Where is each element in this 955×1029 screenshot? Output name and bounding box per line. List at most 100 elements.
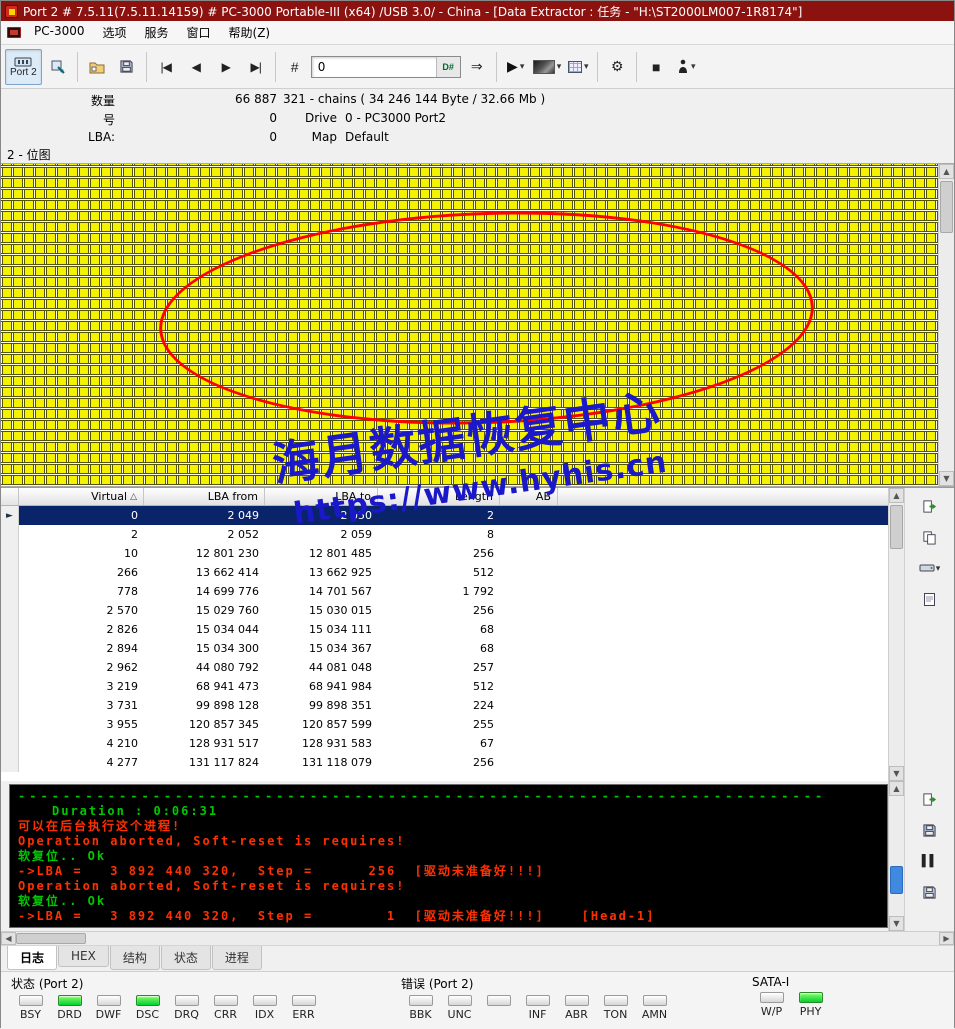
pause-icon: ▌▌ [921,855,938,867]
col-ab[interactable]: AB [500,488,558,505]
map-view-button[interactable]: ▾ [532,49,563,85]
scrollbar-track[interactable] [939,179,954,471]
user-mode-button[interactable]: ▾ [672,49,700,85]
col-length[interactable]: Length [378,488,500,505]
next-chain-button[interactable]: ▶ [212,49,240,85]
tab[interactable]: 状态 [160,946,211,970]
log-scrollbar[interactable]: ▲ ▼ [888,781,904,931]
table-row[interactable]: 10 12 801 230 12 801 485 256 [1,544,888,563]
toolbar-separator [597,51,599,82]
menu-item[interactable]: 窗口 [178,21,220,44]
table-row[interactable]: ► 0 2 049 2 050 2 [1,506,888,525]
tab[interactable]: 进程 [211,946,262,970]
counter-mode-button[interactable]: D# [435,56,460,77]
col-virtual[interactable]: Virtual △ [19,488,144,505]
table-row[interactable]: 778 14 699 776 14 701 567 1 792 [1,582,888,601]
edit-task-button[interactable] [44,49,72,85]
prev-chain-button[interactable]: ◀ [182,49,210,85]
led-label: AMN [641,1008,668,1021]
table-row[interactable]: 2 2 052 2 059 8 [1,525,888,544]
last-chain-button[interactable]: ▶| [242,49,270,85]
goto-sector-button[interactable]: ⇒ [463,49,491,85]
scroll-left-icon[interactable]: ◀ [1,932,16,945]
row-marker [1,734,19,753]
col-lba-from[interactable]: LBA from [144,488,265,505]
table-row[interactable]: 3 955 120 857 345 120 857 599 255 [1,715,888,734]
scrollbar-track[interactable] [889,796,904,916]
scrollbar-track[interactable] [889,503,904,766]
export-log-button[interactable] [917,787,943,811]
horizontal-scrollbar[interactable]: ◀ ▶ [1,931,954,945]
scrollbar-thumb[interactable] [940,181,953,233]
table-cell: 4 210 [106,737,139,750]
scrollbar-thumb[interactable] [890,505,903,549]
menu-item[interactable]: 服务 [136,21,178,44]
table-cell: 128 931 517 [189,737,259,750]
table-cell: 2 052 [227,528,260,541]
sector-bitmap[interactable] [1,164,938,486]
table-cell: 12 801 485 [309,547,372,560]
row-filler [558,582,888,601]
menu-item[interactable]: 选项 [93,21,135,44]
scrollbar-thumb[interactable] [16,933,86,944]
led-cell: ABR [557,995,596,1021]
menu-item[interactable]: PC-3000 [25,21,93,44]
last-chain-icon: ▶| [250,59,262,74]
scrollbar-track[interactable] [86,932,939,945]
log-terminal[interactable]: ----------------------------------------… [9,784,888,928]
scroll-up-icon[interactable]: ▲ [939,164,954,179]
save-log-as-button[interactable] [917,880,943,904]
stop-button[interactable]: ■ [642,49,670,85]
scroll-up-icon[interactable]: ▲ [889,781,904,796]
tools-button[interactable]: ⚙ [603,49,631,85]
open-map-button[interactable] [83,49,111,85]
table-scrollbar[interactable]: ▲ ▼ [888,488,904,781]
table-row[interactable]: 3 731 99 898 128 99 898 351 224 [1,696,888,715]
export-table-button[interactable] [917,494,943,518]
scroll-up-icon[interactable]: ▲ [889,488,904,503]
table-row[interactable]: 2 894 15 034 300 15 034 367 68 [1,639,888,658]
col-lba-to[interactable]: LBA to [265,488,378,505]
tab[interactable]: 结构 [109,946,160,970]
led-indicator [564,995,589,1006]
table-row[interactable]: 3 219 68 941 473 68 941 984 512 [1,677,888,696]
table-view-button[interactable]: ▾ [564,49,592,85]
table-row[interactable]: 2 570 15 029 760 15 030 015 256 [1,601,888,620]
scrollbar-thumb[interactable] [890,865,903,894]
tab[interactable]: 日志 [7,946,58,970]
table-cell: 99 898 128 [196,699,259,712]
table-row[interactable]: 2 826 15 034 044 15 034 111 68 [1,620,888,639]
drive-select-button[interactable]: ▾ [917,556,943,580]
row-filler [558,544,888,563]
scroll-right-icon[interactable]: ▶ [939,932,954,945]
save-log-button[interactable] [917,818,943,842]
table-cell: 15 034 367 [309,642,372,655]
save-map-button[interactable] [113,49,141,85]
log-line: Duration : 0:06:31 [52,804,219,818]
sector-number-button[interactable]: # [281,49,309,85]
menu-item[interactable]: 帮助(Z) [220,21,280,44]
sector-counter-field[interactable]: 0 D# [310,55,461,78]
table-row[interactable]: 2 962 44 080 792 44 081 048 257 [1,658,888,677]
log-line: Operation aborted, Soft-reset is require… [18,879,406,893]
start-button[interactable]: ▶ ▾ [502,49,530,85]
log-line: ----------------------------------------… [18,789,827,803]
first-chain-button[interactable]: |◀ [152,49,180,85]
pause-log-button[interactable]: ▌▌ [917,849,943,873]
table-side-toolbar: ▾ [904,488,954,781]
hash-icon: # [290,58,299,75]
table-cell [500,677,558,696]
table-row[interactable]: 4 277 131 117 824 131 118 079 256 [1,753,888,772]
goto-icon: ⇒ [470,58,483,74]
bitmap-scrollbar[interactable]: ▲ ▼ [938,164,954,486]
scroll-down-icon[interactable]: ▼ [889,766,904,781]
table-row[interactable]: 266 13 662 414 13 662 925 512 [1,563,888,582]
report-page-button[interactable] [917,587,943,611]
led-label: PHY [799,1005,822,1018]
port2-button[interactable]: Port 2 [5,48,42,85]
copy-rows-button[interactable] [917,525,943,549]
scroll-down-icon[interactable]: ▼ [939,471,954,486]
table-row[interactable]: 4 210 128 931 517 128 931 583 67 [1,734,888,753]
scroll-down-icon[interactable]: ▼ [889,916,904,931]
tab[interactable]: HEX [58,946,109,967]
